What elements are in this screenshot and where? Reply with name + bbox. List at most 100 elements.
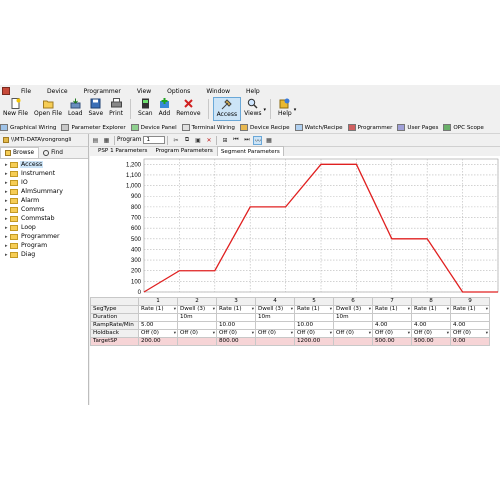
menu-help[interactable]: Help xyxy=(238,88,268,95)
segment-cell[interactable]: Rate (1) ▾ xyxy=(411,305,451,314)
segment-column-header[interactable]: 2 xyxy=(177,297,217,306)
tab-segment-parameters[interactable]: Segment Parameters xyxy=(216,146,284,156)
tree-item-loop[interactable]: ▸ Loop xyxy=(0,223,88,232)
help-dropdown-arrow[interactable]: ▾ xyxy=(294,107,297,113)
segment-cell[interactable] xyxy=(450,313,490,322)
segment-cell[interactable]: Dwell (3) ▾ xyxy=(177,305,217,314)
tree-item-program[interactable]: ▸ Program xyxy=(0,241,88,250)
segment-cell[interactable]: 200.00 xyxy=(138,337,178,346)
save-button[interactable]: Save xyxy=(85,97,106,121)
segment-cell[interactable]: Rate (1) ▾ xyxy=(216,305,256,314)
dropdown-arrow-icon[interactable]: ▾ xyxy=(408,331,410,337)
menu-view[interactable]: View xyxy=(129,88,159,95)
programmer-tab[interactable]: Programmer xyxy=(347,124,392,131)
segment-cell[interactable]: Dwell (3) ▾ xyxy=(333,305,373,314)
dropdown-arrow-icon[interactable]: ▾ xyxy=(330,331,332,337)
copy-icon[interactable]: ⧉ xyxy=(182,136,191,145)
first-segment-icon[interactable]: ⏮ xyxy=(231,136,240,145)
segment-cell[interactable]: Off (0) ▾ xyxy=(177,329,217,338)
dropdown-arrow-icon[interactable]: ▾ xyxy=(447,307,449,313)
segment-column-header[interactable]: 5 xyxy=(294,297,334,306)
last-segment-icon[interactable]: ⏭ xyxy=(242,136,251,145)
segment-column-header[interactable]: 7 xyxy=(372,297,412,306)
segment-cell[interactable] xyxy=(294,313,334,322)
open-program-icon[interactable]: ▤ xyxy=(91,136,100,145)
segment-cell[interactable]: Off (0) ▾ xyxy=(411,329,451,338)
segment-column-header[interactable]: 1 xyxy=(138,297,178,306)
dropdown-arrow-icon[interactable]: ▾ xyxy=(447,331,449,337)
segment-cell[interactable]: Dwell (3) ▾ xyxy=(255,305,295,314)
dropdown-arrow-icon[interactable]: ▾ xyxy=(252,307,254,313)
segment-cell[interactable]: Off (0) ▾ xyxy=(450,329,490,338)
segment-cell[interactable] xyxy=(255,337,295,346)
menu-window[interactable]: Window xyxy=(198,88,238,95)
device-panel-tab[interactable]: Device Panel xyxy=(130,124,177,131)
segment-cell[interactable]: Off (0) ▾ xyxy=(255,329,295,338)
segment-cell[interactable] xyxy=(411,313,451,322)
segment-cell[interactable]: 1200.00 xyxy=(294,337,334,346)
access-button[interactable]: Access xyxy=(212,97,242,121)
segment-cell[interactable]: Rate (1) ▾ xyxy=(372,305,412,314)
table-view-icon[interactable]: ▦ xyxy=(264,136,273,145)
open-file-button[interactable]: Open File xyxy=(31,97,65,121)
segment-cell[interactable]: 10m xyxy=(177,313,217,322)
menu-options[interactable]: Options xyxy=(159,88,198,95)
segment-cell[interactable]: 4.00 xyxy=(450,321,490,330)
dropdown-arrow-icon[interactable]: ▾ xyxy=(213,307,215,313)
tab-find[interactable]: Find xyxy=(39,148,67,158)
segment-cell[interactable]: 800.00 xyxy=(216,337,256,346)
dropdown-arrow-icon[interactable]: ▾ xyxy=(330,307,332,313)
segment-column-header[interactable]: 6 xyxy=(333,297,373,306)
views-dropdown-arrow[interactable]: ▾ xyxy=(263,107,266,113)
segment-cell[interactable]: 5.00 xyxy=(138,321,178,330)
chart-view-icon[interactable]: 〰 xyxy=(253,135,263,145)
dropdown-arrow-icon[interactable]: ▾ xyxy=(291,307,293,313)
menu-programmer[interactable]: Programmer xyxy=(76,88,129,95)
tree-item-diag[interactable]: ▸ Diag xyxy=(0,250,88,259)
tree-item-io[interactable]: ▸ IO xyxy=(0,178,88,187)
segment-cell[interactable] xyxy=(177,337,217,346)
tree-item-alarm[interactable]: ▸ Alarm xyxy=(0,196,88,205)
segment-cell[interactable]: Off (0) ▾ xyxy=(333,329,373,338)
dropdown-arrow-icon[interactable]: ▾ xyxy=(213,331,215,337)
segment-cell[interactable]: 4.00 xyxy=(372,321,412,330)
dropdown-arrow-icon[interactable]: ▾ xyxy=(174,331,176,337)
help-button[interactable]: Help xyxy=(275,97,295,121)
segment-cell[interactable]: Rate (1) ▾ xyxy=(450,305,490,314)
segment-column-header[interactable]: 4 xyxy=(255,297,295,306)
graphical-wiring-tab[interactable]: Graphical Wiring xyxy=(0,124,56,131)
segment-cell[interactable] xyxy=(333,337,373,346)
cut-icon[interactable]: ✂ xyxy=(171,136,180,145)
segment-cell[interactable]: 500.00 xyxy=(372,337,412,346)
dropdown-arrow-icon[interactable]: ▾ xyxy=(369,331,371,337)
tree-item-comms[interactable]: ▸ Comms xyxy=(0,205,88,214)
menu-file[interactable]: File xyxy=(13,88,39,95)
tab-browse[interactable]: Browse xyxy=(0,147,40,158)
segment-cell[interactable]: Off (0) ▾ xyxy=(138,329,178,338)
segment-cell[interactable]: Rate (1) ▾ xyxy=(294,305,334,314)
tab-program-parameters[interactable]: Program Parameters xyxy=(151,145,216,156)
views-button[interactable]: Views xyxy=(241,97,264,121)
segment-cell[interactable]: Rate (1) ▾ xyxy=(138,305,178,314)
segment-cell[interactable]: Off (0) ▾ xyxy=(372,329,412,338)
dropdown-arrow-icon[interactable]: ▾ xyxy=(408,307,410,313)
segment-cell[interactable] xyxy=(138,313,178,322)
insert-segment-icon[interactable]: ⊞ xyxy=(220,136,229,145)
new-file-button[interactable]: New File xyxy=(0,97,31,121)
segment-cell[interactable]: 4.00 xyxy=(411,321,451,330)
program-selector[interactable]: 1 xyxy=(143,136,166,144)
terminal-wiring-tab[interactable]: Terminal Wiring xyxy=(181,124,235,131)
add-button[interactable]: Add xyxy=(156,97,174,121)
print-button[interactable]: Print xyxy=(106,97,126,121)
dropdown-arrow-icon[interactable]: ▾ xyxy=(174,307,176,313)
delete-icon[interactable]: ✕ xyxy=(204,136,213,145)
segment-cell[interactable] xyxy=(216,313,256,322)
save-program-icon[interactable]: ▦ xyxy=(102,136,111,145)
segment-cell[interactable]: 10.00 xyxy=(216,321,256,330)
tree-item-access[interactable]: ▸ Access xyxy=(0,160,88,169)
dropdown-arrow-icon[interactable]: ▾ xyxy=(486,307,488,313)
device-recipe-tab[interactable]: Device Recipe xyxy=(239,124,290,131)
segment-cell[interactable] xyxy=(177,321,217,330)
tree-item-almsummary[interactable]: ▸ AlmSummary xyxy=(0,187,88,196)
load-button[interactable]: Load xyxy=(65,97,85,121)
